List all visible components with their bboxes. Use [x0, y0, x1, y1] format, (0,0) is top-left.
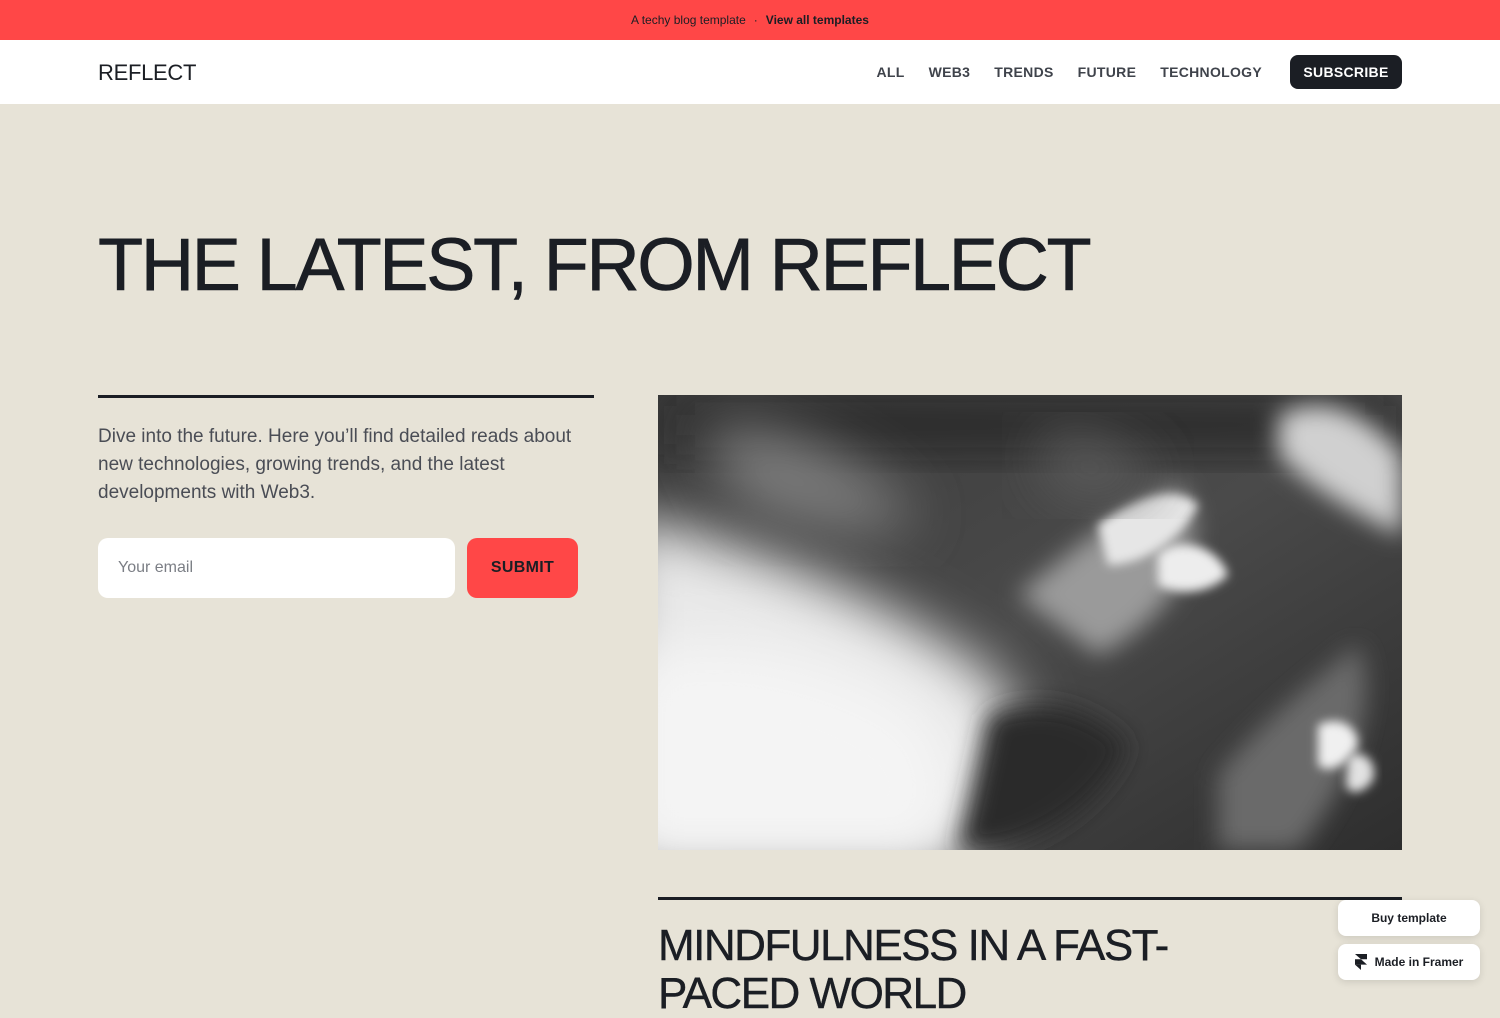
featured-article-image[interactable] — [658, 395, 1402, 850]
nav-link-all[interactable]: ALL — [877, 64, 905, 80]
featured-article-title[interactable]: MINDFULNESS IN A FAST-PACED WORLD — [658, 921, 1218, 1018]
intro-divider — [98, 395, 594, 398]
buy-template-button[interactable]: Buy template — [1338, 900, 1480, 936]
nav-link-technology[interactable]: TECHNOLOGY — [1160, 64, 1262, 80]
blurred-abstract-photo — [658, 395, 1402, 850]
email-input[interactable] — [98, 538, 455, 598]
nav-link-future[interactable]: FUTURE — [1078, 64, 1137, 80]
announcement-separator: · — [753, 13, 758, 27]
announcement-bar: A techy blog template · View all templat… — [0, 0, 1500, 40]
submit-button[interactable]: SUBMIT — [467, 538, 578, 598]
made-in-framer-label: Made in Framer — [1374, 955, 1464, 969]
navbar: REFLECT ALL WEB3 TRENDS FUTURE TECHNOLOG… — [0, 40, 1500, 104]
subscribe-button[interactable]: SUBSCRIBE — [1290, 55, 1402, 89]
site-logo[interactable]: REFLECT — [98, 60, 196, 86]
page-title: THE LATEST, FROM REFLECT — [98, 223, 1092, 307]
view-all-templates-link[interactable]: View all templates — [766, 13, 869, 27]
nav-link-trends[interactable]: TRENDS — [994, 64, 1053, 80]
nav-link-web3[interactable]: WEB3 — [929, 64, 971, 80]
announcement-text: A techy blog template — [631, 13, 746, 27]
main-nav: ALL WEB3 TRENDS FUTURE TECHNOLOGY — [877, 64, 1263, 80]
article-divider — [658, 897, 1402, 900]
made-in-framer-button[interactable]: Made in Framer — [1338, 944, 1480, 980]
framer-logo-icon — [1354, 954, 1367, 970]
intro-text: Dive into the future. Here you’ll find d… — [98, 426, 572, 503]
